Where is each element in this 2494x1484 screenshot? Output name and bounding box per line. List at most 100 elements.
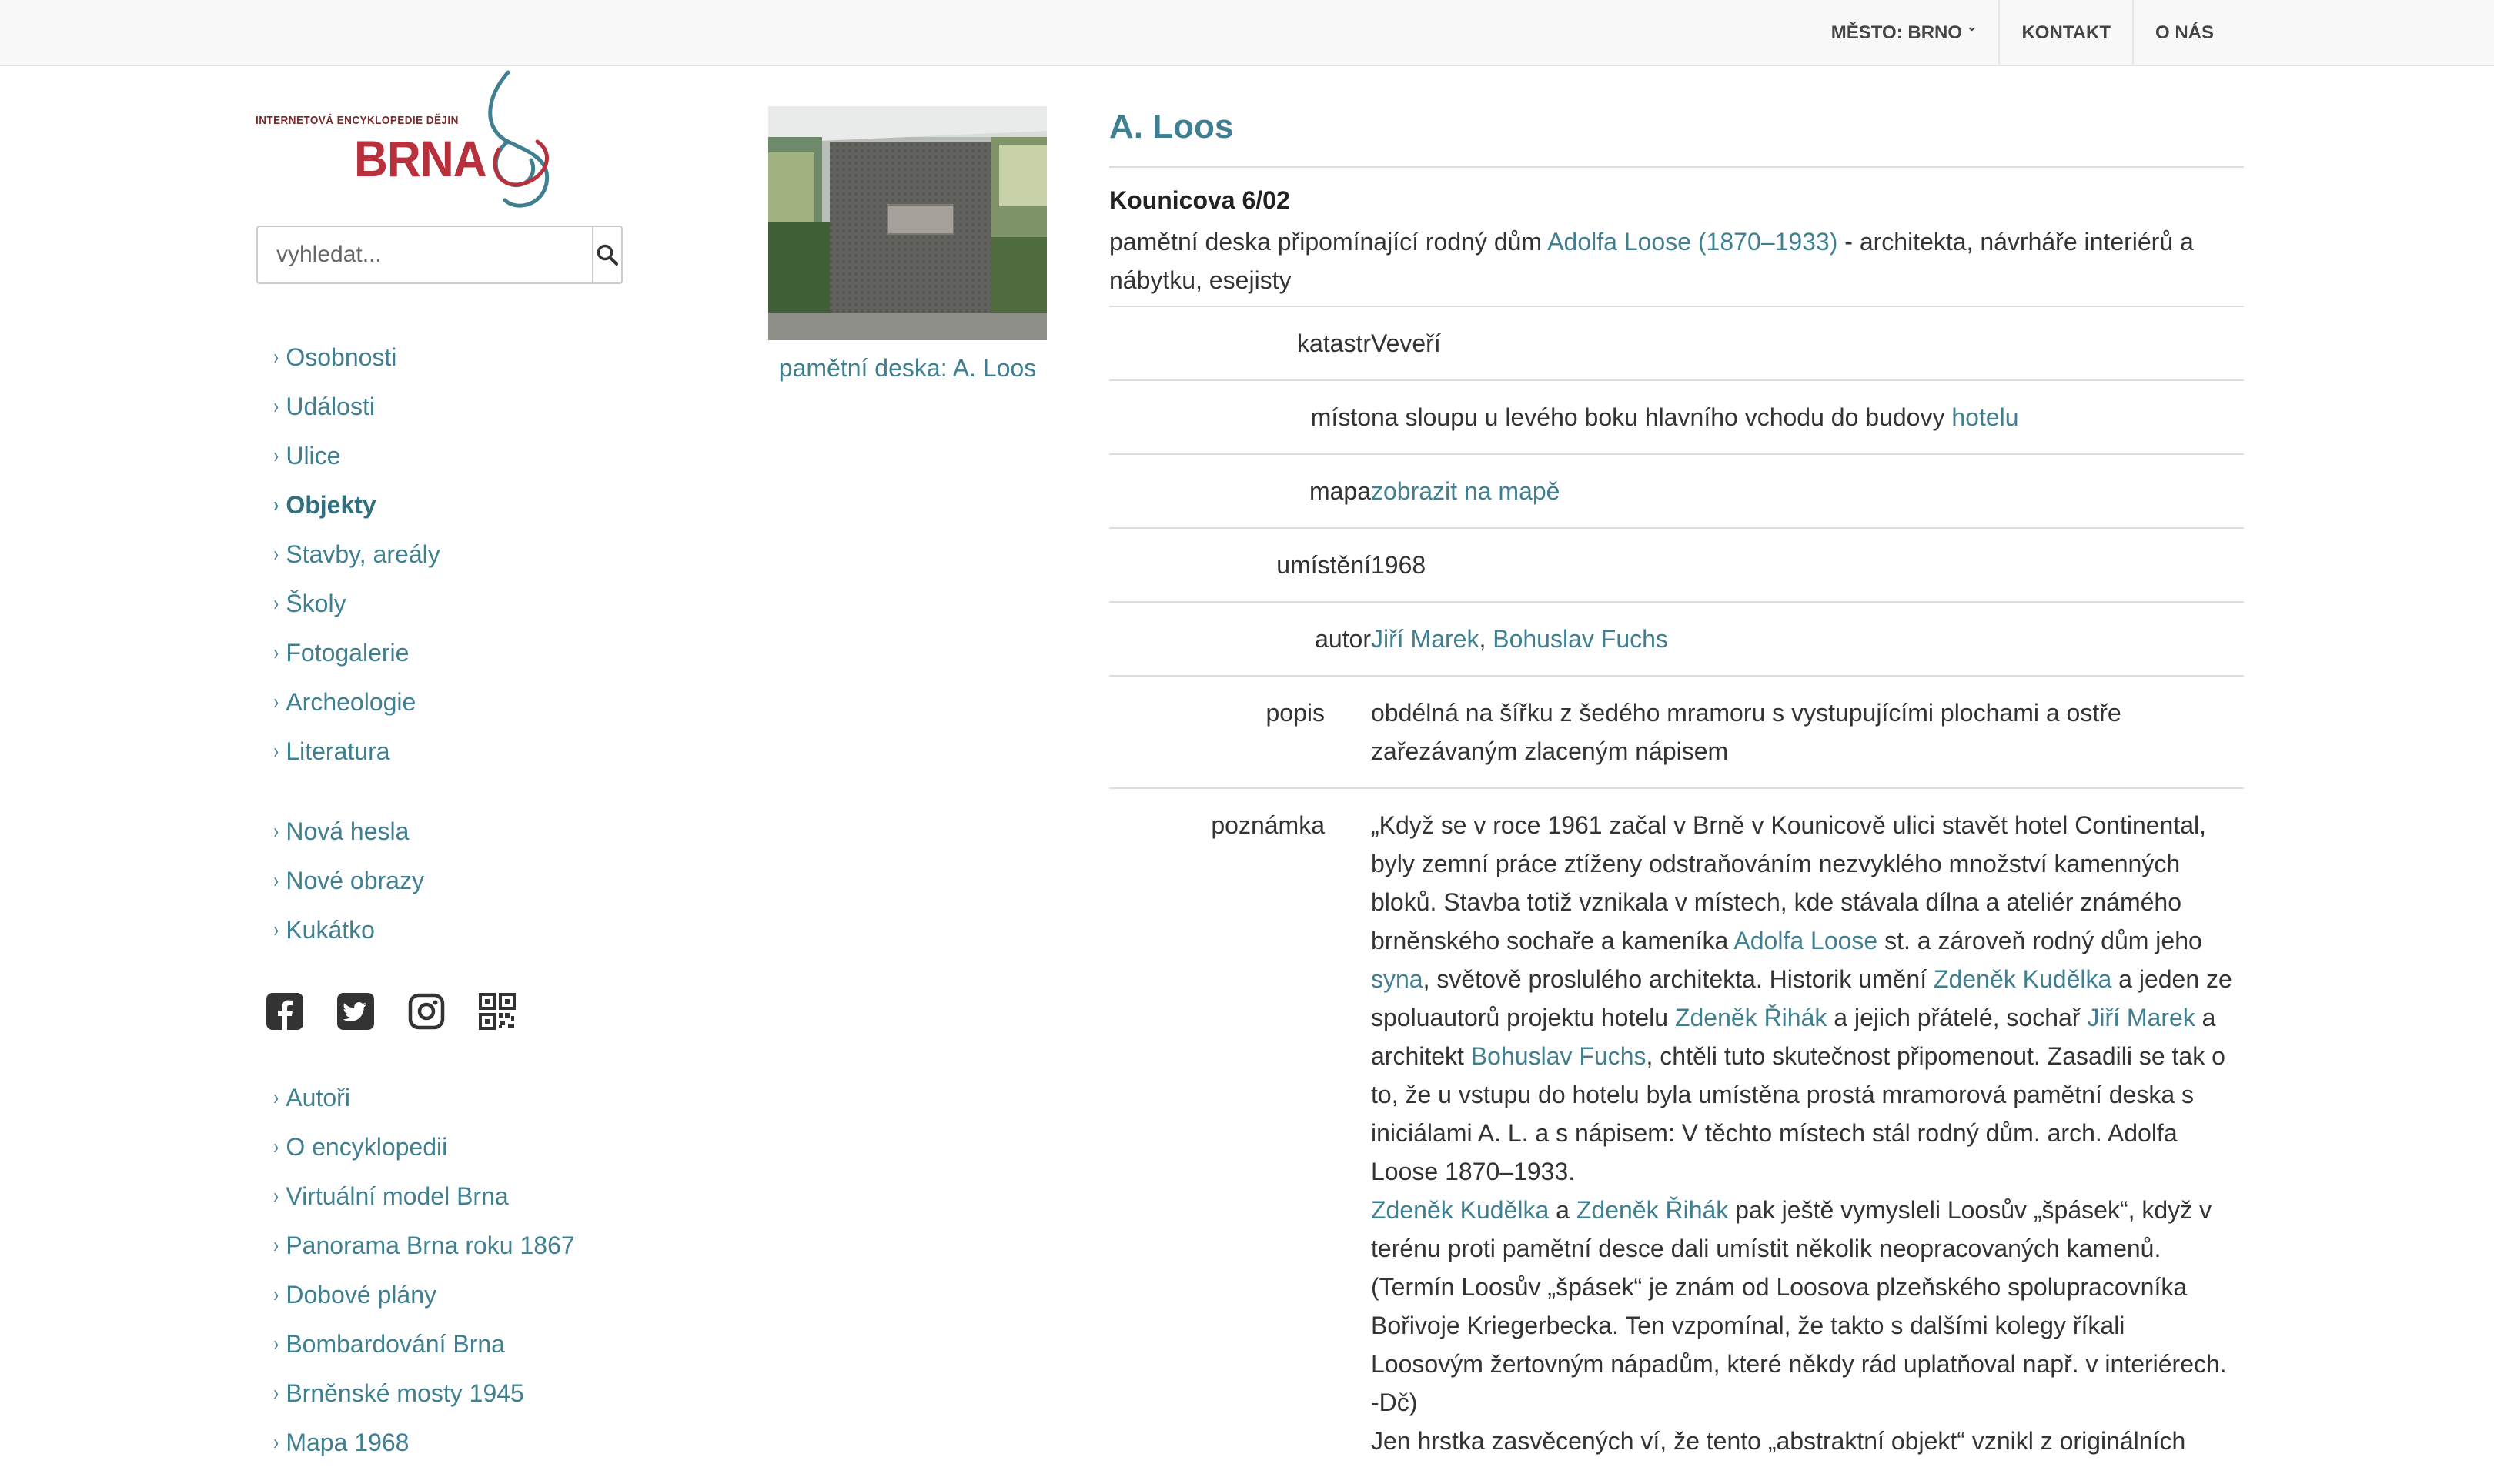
chevron-right-icon: › [273, 1085, 279, 1109]
sidebar-item-label: Nové obrazy [286, 866, 424, 894]
chevron-right-icon: › [273, 1381, 279, 1405]
about-link[interactable]: O NÁS [2131, 0, 2235, 66]
instagram-icon[interactable] [408, 993, 445, 1030]
sidebar-nav-main: › Osobnosti › Události › Ulice › Objekty › Stavby… [272, 333, 440, 776]
row-label: poznámka [1109, 787, 1371, 1477]
table-row: popis obdélná na šířku z šedého mramoru … [1109, 675, 2244, 788]
table-row: místo na sloupu u levého boku hlavního v… [1109, 379, 2244, 454]
sidebar-item-stavby-arealy[interactable]: › Stavby, areály [272, 530, 440, 579]
note-paragraph: Jen hrstka zasvěcených ví, že tento „abs… [1371, 1422, 2236, 1460]
note-paragraph: „Když se v roce 1961 začal v Brně v Koun… [1371, 806, 2236, 1191]
row-value: na sloupu u levého boku hlavního vchodu … [1371, 379, 2244, 454]
facebook-icon[interactable] [266, 993, 303, 1030]
sidebar-item-osobnosti[interactable]: › Osobnosti [272, 333, 440, 382]
chevron-right-icon: › [273, 868, 279, 892]
chevron-right-icon: › [273, 542, 279, 566]
sidebar-item-label: Nová hesla [286, 817, 410, 845]
author-link-fuchs[interactable]: Bohuslav Fuchs [1493, 625, 1668, 653]
sidebar-item-label: Stavby, areály [286, 540, 440, 568]
note-text-segment: a jejich přátelé, sochař [1827, 1004, 2088, 1031]
sidebar-item-dobove-plany[interactable]: › Dobové plány [272, 1270, 575, 1319]
note-text-segment: a [1549, 1196, 1576, 1224]
sidebar-item-label: Fotogalerie [286, 638, 410, 667]
note-link-zdenek-kudelka[interactable]: Zdeněk Kudělka [1371, 1196, 1549, 1224]
table-row: poznámka „Když se v roce 1961 začal v Br… [1109, 787, 2244, 1477]
author-link-marek[interactable]: Jiří Marek [1371, 625, 1479, 653]
adolf-loos-link[interactable]: Adolfa Loose (1870–1933) [1547, 228, 1837, 256]
chevron-right-icon: › [273, 690, 279, 714]
city-dropdown[interactable]: MĚSTO: BRNO ⌄ [1810, 0, 1999, 66]
sidebar-item-o-encyklopedii[interactable]: › O encyklopedii [272, 1122, 575, 1171]
sidebar-item-nove-obrazy[interactable]: › Nové obrazy [272, 856, 424, 905]
chevron-down-icon: ⌄ [1967, 21, 1977, 34]
show-on-map-link[interactable]: zobrazit na mapě [1371, 477, 1560, 505]
note-link-zdenek-rihak[interactable]: Zdeněk Řihák [1576, 1196, 1728, 1224]
site-logo[interactable]: INTERNETOVÁ ENCYKLOPEDIE DĚJIN BRNA [254, 68, 562, 214]
row-value: 1968 [1371, 527, 2244, 602]
sidebar-item-label: Panorama Brna roku 1867 [286, 1231, 575, 1259]
sidebar-item-label: O encyklopedii [286, 1132, 448, 1161]
qr-code-icon[interactable] [479, 993, 516, 1030]
sidebar-item-nova-hesla[interactable]: › Nová hesla [272, 807, 424, 856]
sidebar-item-label: Virtuální model Brna [286, 1182, 509, 1210]
sidebar-item-brnenske-mosty-1945[interactable]: › Brněnské mosty 1945 [272, 1369, 575, 1418]
sidebar-item-literatura[interactable]: › Literatura [272, 727, 440, 776]
chevron-right-icon: › [273, 819, 279, 843]
chevron-right-icon: › [273, 1135, 279, 1158]
note-text-segment: , světově proslulého architekta. Histori… [1423, 965, 1934, 993]
sidebar-item-mapa-1968[interactable]: › Mapa 1968 [272, 1418, 575, 1467]
sidebar-item-label: Ulice [286, 441, 341, 470]
sidebar-item-label: Archeologie [286, 687, 416, 716]
sidebar-item-skoly[interactable]: › Školy [272, 579, 440, 628]
sidebar-item-fotogalerie[interactable]: › Fotogalerie [272, 628, 440, 677]
sidebar-item-udalosti[interactable]: › Události [272, 382, 440, 431]
sidebar-item-panorama-brna-roku-1867[interactable]: › Panorama Brna roku 1867 [272, 1221, 575, 1270]
divider [1109, 166, 2244, 168]
sidebar-item-kukatko[interactable]: › Kukátko [272, 905, 424, 954]
note-text: „Když se v roce 1961 začal v Brně v Koun… [1371, 787, 2244, 1477]
sidebar-nav-info: › Autoři › O encyklopedii › Virtuální model B… [272, 1073, 575, 1467]
chevron-right-icon: › [273, 1430, 279, 1454]
sidebar-item-ulice[interactable]: › Ulice [272, 431, 440, 480]
sidebar-item-archeologie[interactable]: › Archeologie [272, 677, 440, 727]
note-text-segment: Jen hrstka zasvěcených ví, že tento „abs… [1371, 1427, 2186, 1455]
chevron-right-icon: › [273, 394, 279, 418]
search-icon [597, 244, 618, 266]
note-link-bohuslav-fuchs[interactable]: Bohuslav Fuchs [1471, 1042, 1647, 1070]
note-link-syna[interactable]: syna [1371, 965, 1423, 993]
note-link-zdenek-kudelka[interactable]: Zdeněk Kudělka [1934, 965, 2111, 993]
row-value: Jiří Marek, Bohuslav Fuchs [1371, 601, 2244, 676]
search-button[interactable] [592, 226, 623, 284]
chevron-right-icon: › [273, 443, 279, 467]
row-value: zobrazit na mapě [1371, 453, 2244, 528]
table-row: katastr Veveří [1109, 306, 2244, 380]
twitter-icon[interactable] [337, 993, 374, 1030]
page-title: A. Loos [1109, 108, 1234, 145]
hotel-link[interactable]: hotelu [1951, 403, 2018, 431]
search-input[interactable] [256, 226, 592, 284]
chevron-right-icon: › [273, 591, 279, 615]
search-form [256, 226, 623, 284]
sidebar-item-objekty[interactable]: › Objekty [272, 480, 440, 530]
sidebar-item-label: Autoři [286, 1083, 350, 1111]
main-content: A. Loos Kounicova 6/02 pamětní deska při… [1109, 92, 2244, 1477]
sidebar-item-label: Mapa 1968 [286, 1428, 410, 1456]
memorial-plaque-photo[interactable] [768, 106, 1047, 340]
note-link-jiri-marek[interactable]: Jiří Marek [2087, 1004, 2195, 1031]
photo-caption[interactable]: pamětní deska: A. Loos [768, 354, 1047, 383]
contact-link[interactable]: KONTAKT [1998, 0, 2132, 66]
logo-swirl-icon [488, 70, 550, 208]
note-paragraph: Zdeněk Kudělka a Zdeněk Řihák pak ještě … [1371, 1191, 2236, 1422]
sidebar-item-virtualni-model-brna[interactable]: › Virtuální model Brna [272, 1171, 575, 1221]
address: Kounicova 6/02 [1109, 186, 1290, 214]
sidebar-item-bombardovani-brna[interactable]: › Bombardování Brna [272, 1319, 575, 1369]
sidebar-item-label: Dobové plány [286, 1280, 437, 1309]
note-link-adolfa-loose[interactable]: Adolfa Loose [1733, 927, 1877, 954]
sidebar-item-label: Literatura [286, 737, 390, 765]
sidebar-item-autori[interactable]: › Autoři [272, 1073, 575, 1122]
description-text: pamětní deska připomínající rodný dům [1109, 228, 1548, 256]
note-link-zdenek-rihak[interactable]: Zdeněk Řihák [1675, 1004, 1827, 1031]
note-text-segment: pak ještě vymysleli Loosův „špásek“, kdy… [1371, 1196, 2227, 1416]
logo-small-text: INTERNETOVÁ ENCYKLOPEDIE DĚJIN [256, 114, 459, 127]
row-label: katastr [1109, 306, 1371, 380]
